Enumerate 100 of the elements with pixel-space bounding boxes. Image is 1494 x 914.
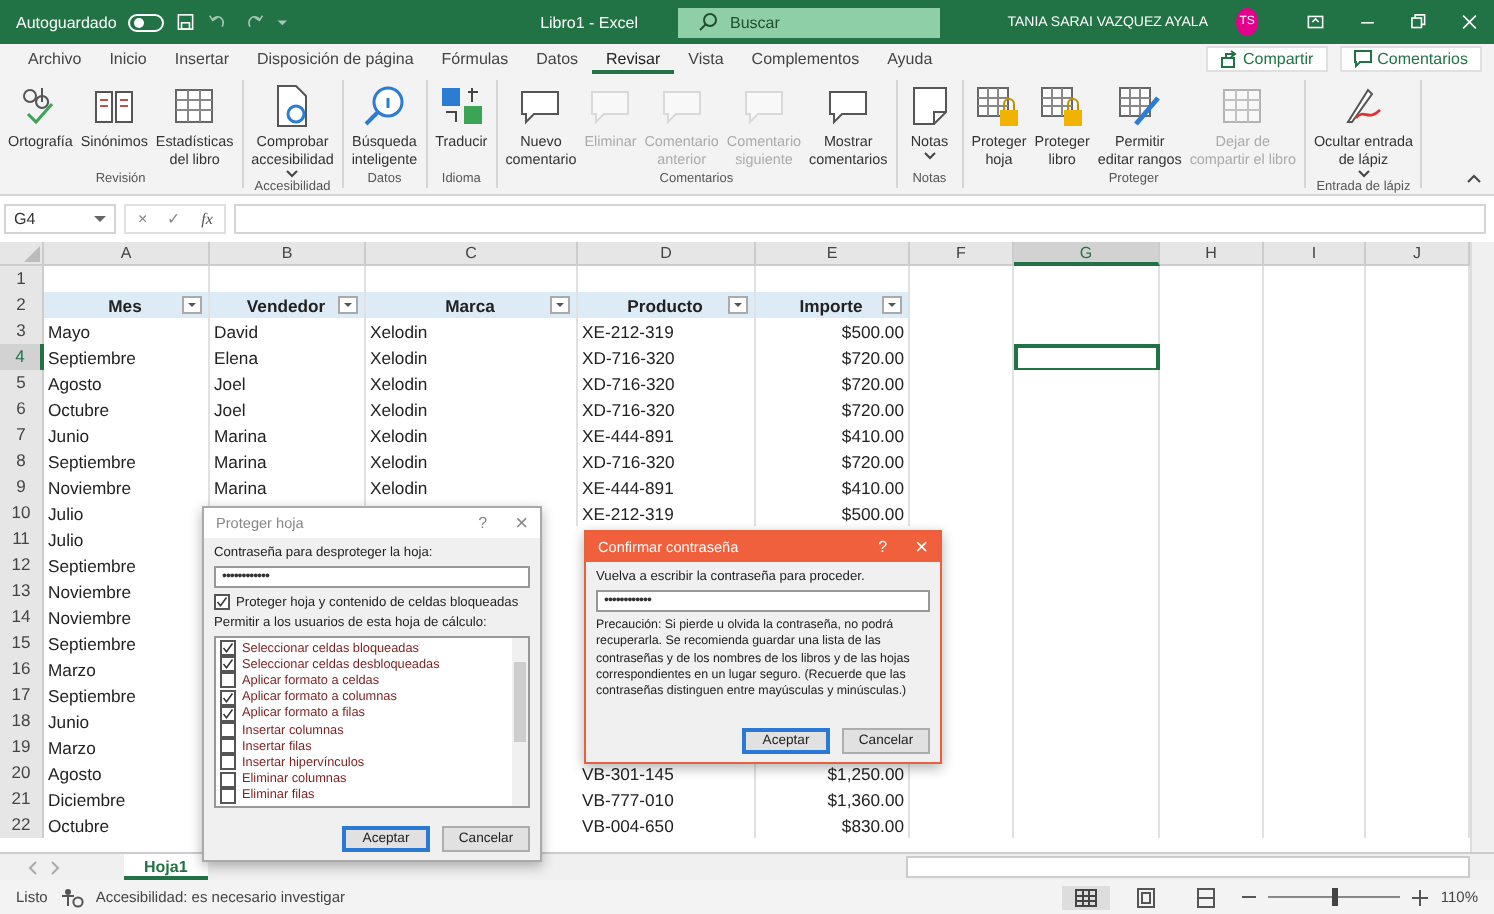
column-header[interactable]: C	[366, 242, 578, 266]
checkbox[interactable]	[220, 689, 236, 706]
table-cell: $1,250.00	[827, 763, 904, 783]
row-header[interactable]: 6	[0, 396, 44, 422]
row-header[interactable]: 9	[0, 474, 44, 500]
close-icon[interactable]	[1459, 12, 1479, 32]
help-button[interactable]: ?	[478, 514, 488, 532]
header-button[interactable]: Comentarios	[1339, 46, 1482, 72]
row-header[interactable]: 20	[0, 760, 44, 786]
accessibility-icon[interactable]	[59, 887, 84, 907]
vertical-scrollbar[interactable]	[1470, 242, 1494, 852]
formula-button[interactable]: fx	[201, 210, 213, 228]
row-header[interactable]: 1	[0, 266, 44, 292]
column-header[interactable]: I	[1264, 242, 1366, 266]
menu-tab[interactable]: Archivo	[14, 44, 96, 74]
close-button[interactable]: ×	[515, 511, 528, 535]
column-title: Importe	[797, 295, 865, 315]
menu-tab[interactable]: Disposición de página	[243, 44, 428, 74]
row-header[interactable]: 12	[0, 552, 44, 578]
save-icon[interactable]	[176, 10, 196, 34]
row-header[interactable]: 17	[0, 682, 44, 708]
window-title: Libro1 - Excel	[540, 13, 638, 31]
autosave-label: Autoguardado	[16, 13, 117, 31]
table-cell: Septiembre	[48, 347, 136, 367]
filter-dropdown-icon[interactable]	[728, 296, 748, 314]
table-cell: Mayo	[48, 321, 91, 341]
checkbox[interactable]	[220, 672, 236, 689]
column-header[interactable]: G	[1014, 242, 1160, 266]
checkbox[interactable]	[220, 771, 236, 788]
comment-icon	[1353, 50, 1372, 68]
select-all-icon[interactable]	[24, 246, 40, 262]
sheet-tab[interactable]: Hoja1	[124, 854, 208, 880]
row-header[interactable]: 5	[0, 370, 44, 396]
checkbox[interactable]	[220, 656, 236, 673]
filter-dropdown-icon[interactable]	[882, 296, 902, 314]
table-cell: Xelodin	[370, 477, 428, 497]
row-header[interactable]: 4	[0, 344, 44, 370]
column-header[interactable]: D	[578, 242, 756, 266]
table-cell: Xelodin	[370, 347, 428, 367]
row-header[interactable]: 19	[0, 734, 44, 760]
selected-cell[interactable]	[1014, 344, 1160, 370]
filter-dropdown-icon[interactable]	[182, 296, 202, 314]
row-header[interactable]: 14	[0, 604, 44, 630]
translate-icon	[437, 82, 486, 130]
share-icon	[1219, 50, 1238, 68]
column-title: Mes	[106, 295, 144, 315]
checkbox[interactable]	[220, 722, 236, 739]
table-cell: $1,360.00	[827, 789, 904, 809]
restore-icon[interactable]	[1408, 12, 1428, 32]
list-scrollbar[interactable]	[512, 638, 528, 806]
column-header[interactable]: B	[210, 242, 366, 266]
table-cell: XD-716-320	[582, 347, 675, 367]
row-header[interactable]: 7	[0, 422, 44, 448]
filter-dropdown-icon[interactable]	[550, 296, 570, 314]
column-header[interactable]: E	[756, 242, 910, 266]
menu-tab[interactable]: Inicio	[95, 44, 161, 74]
checkbox[interactable]	[220, 738, 236, 755]
row-header[interactable]: 22	[0, 812, 44, 838]
row-header[interactable]: 2	[0, 292, 44, 318]
row-header[interactable]: 18	[0, 708, 44, 734]
menu-tab[interactable]: Ayuda	[873, 44, 947, 74]
normal-view-icon[interactable]	[1062, 885, 1111, 909]
collapse-ribbon-icon[interactable]	[1466, 172, 1482, 184]
sheet-nav-arrows-icon[interactable]	[24, 859, 64, 875]
checkbox[interactable]	[220, 754, 236, 771]
row-header[interactable]: 13	[0, 578, 44, 604]
row-header[interactable]: 21	[0, 786, 44, 812]
formula-button[interactable]: ×	[138, 210, 148, 228]
table-cell: VB-301-145	[582, 763, 674, 783]
ribbon-display-icon[interactable]	[1306, 12, 1326, 32]
table-cell: XE-444-891	[582, 425, 674, 445]
magnifier-icon	[360, 82, 409, 130]
menu-tab[interactable]: Datos	[522, 44, 593, 74]
row-header[interactable]: 3	[0, 318, 44, 344]
filter-dropdown-icon[interactable]	[338, 296, 358, 314]
horizontal-scrollbar[interactable]	[906, 856, 1470, 878]
autosave-toggle[interactable]	[128, 13, 165, 31]
menu-tab[interactable]: Insertar	[160, 44, 243, 74]
column-header[interactable]: H	[1160, 242, 1264, 266]
column-header[interactable]: A	[44, 242, 210, 266]
row-header[interactable]: 8	[0, 448, 44, 474]
header-button[interactable]: Compartir	[1205, 46, 1328, 72]
row-header[interactable]: 15	[0, 630, 44, 656]
row-header[interactable]: 11	[0, 526, 44, 552]
zoom-in-icon[interactable]	[1412, 889, 1429, 905]
menu-tab[interactable]: Vista	[674, 44, 738, 74]
menu-tab[interactable]: Complementos	[737, 44, 874, 74]
column-title: Marca	[443, 295, 497, 315]
table-cell: VB-004-650	[582, 815, 674, 835]
row-header[interactable]: 10	[0, 500, 44, 526]
formula-button[interactable]: ✓	[167, 210, 182, 228]
menu-tab[interactable]: Fórmulas	[427, 44, 523, 74]
checkbox[interactable]	[214, 594, 230, 610]
name-box[interactable]: G4	[4, 204, 116, 234]
formula-input[interactable]	[234, 204, 1486, 234]
row-header[interactable]: 16	[0, 656, 44, 682]
table-cell: Diciembre	[48, 789, 126, 809]
table-cell: Joel	[214, 399, 246, 419]
search-field[interactable]: Buscar	[678, 7, 940, 37]
checkbox[interactable]	[220, 640, 236, 657]
